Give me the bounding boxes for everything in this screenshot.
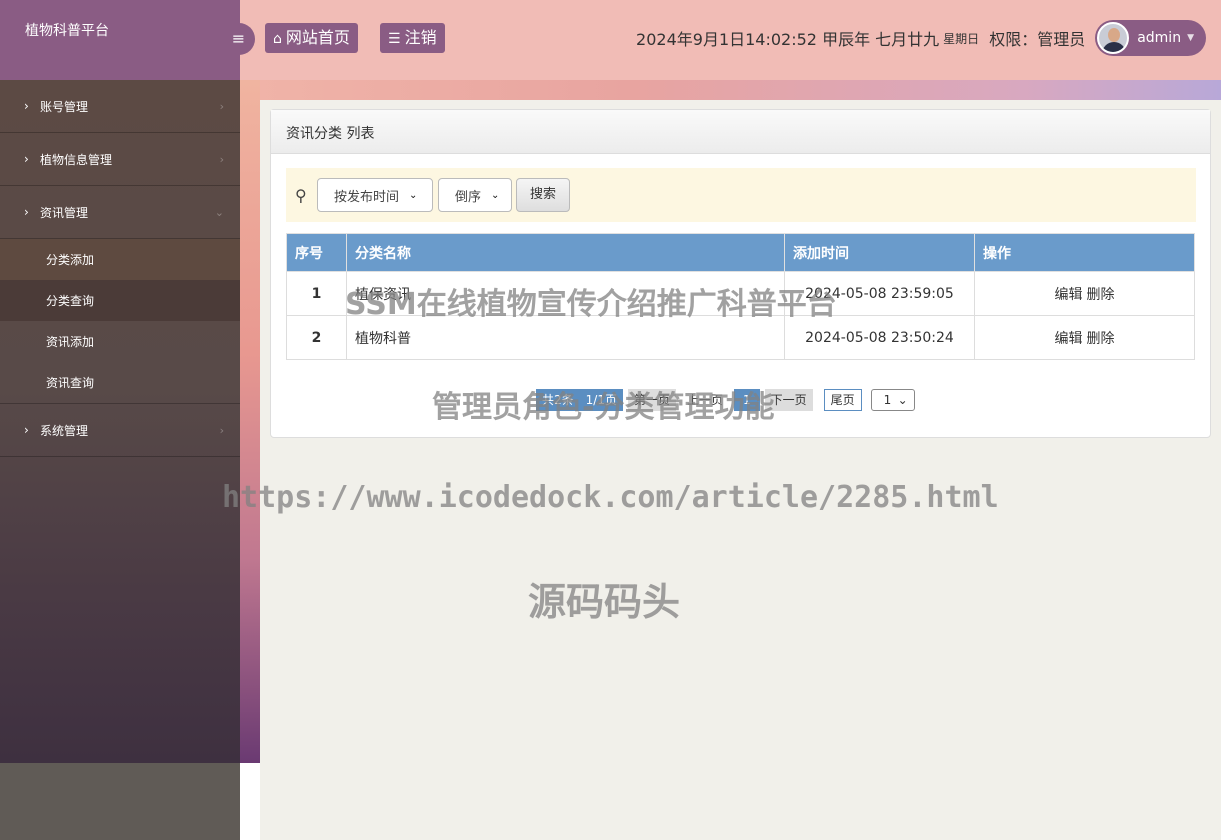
- search-button[interactable]: 搜索: [516, 178, 571, 212]
- sidebar-item-label: 账号管理: [40, 99, 89, 114]
- delete-link[interactable]: 删除: [1087, 287, 1115, 303]
- edit-link[interactable]: 编辑: [1055, 287, 1083, 303]
- table-row: 2 植物科普 2024-05-08 23:50:24 编辑 删除: [286, 315, 1195, 360]
- sidebar-item-system[interactable]: › 系统管理 ›: [0, 404, 240, 457]
- sidebar-subitem-label: 资讯查询: [46, 376, 95, 390]
- added-time: 2024-05-08 23:59:05: [784, 271, 975, 316]
- delete-link[interactable]: 删除: [1087, 331, 1115, 347]
- pager-pages: 1/1页: [579, 389, 623, 411]
- chevron-down-icon: ⌄: [491, 189, 500, 201]
- brand-title: 植物科普平台: [25, 23, 109, 39]
- category-table: 序号 分类名称 添加时间 操作 1 植保资讯 2024-05-08 23:59:…: [286, 233, 1195, 360]
- datetime: 2024年9月1日14:02:52 甲辰年 七月廿九: [636, 30, 940, 49]
- next-page-button[interactable]: 下一页: [764, 389, 813, 411]
- menu-toggle-button[interactable]: ≡: [222, 23, 255, 55]
- added-time: 2024-05-08 23:50:24: [784, 315, 975, 360]
- sort-order-select[interactable]: 倒序 ⌄: [438, 178, 512, 212]
- username: admin: [1137, 30, 1182, 46]
- sidebar-item-label: 植物信息管理: [40, 152, 113, 167]
- chevron-right-icon: ›: [219, 152, 224, 166]
- sidebar-subitem-category-query[interactable]: 分类查询: [0, 280, 240, 321]
- list-panel: 资讯分类 列表 ⚲ 按发布时间 ⌄ 倒序 ⌄ 搜索 序号 分类名称 添加时间 操…: [270, 109, 1211, 438]
- category-name: 植保资讯: [346, 271, 785, 316]
- list-icon: ☰: [388, 31, 401, 47]
- user-menu[interactable]: admin ▼: [1095, 20, 1206, 56]
- last-page-button[interactable]: 尾页: [823, 389, 862, 411]
- chevron-down-icon: ⌄: [214, 205, 224, 219]
- chevron-right-icon: ›: [24, 152, 29, 166]
- table-row: 1 植保资讯 2024-05-08 23:59:05 编辑 删除: [286, 271, 1195, 316]
- sort-field-value: 按发布时间: [334, 189, 400, 205]
- caret-down-icon: ▼: [1187, 33, 1194, 43]
- chevron-right-icon: ›: [24, 423, 29, 437]
- logout-label: 注销: [404, 28, 437, 47]
- sidebar-item-label: 系统管理: [40, 423, 89, 438]
- row-actions: 编辑 删除: [974, 315, 1195, 360]
- page-jump-select[interactable]: 1 ⌄: [870, 389, 915, 411]
- page-jump-value: 1: [883, 393, 892, 407]
- weekday: 星期日: [943, 31, 980, 46]
- row-number: 2: [286, 315, 347, 360]
- current-page[interactable]: 1: [734, 389, 760, 411]
- sidebar-item-label: 资讯管理: [40, 205, 89, 220]
- column-header[interactable]: 序号: [286, 233, 347, 272]
- sidebar-item-account[interactable]: › 账号管理 ›: [0, 80, 240, 133]
- permission-label: 权限：管理员: [989, 30, 1086, 49]
- chevron-right-icon: ›: [219, 99, 224, 113]
- top-header: 植物科普平台 ≡ ⌂ 网站首页 ☰ 注销 2024年9月1日14:02:52 甲辰年…: [0, 0, 1221, 80]
- column-header: 操作: [974, 233, 1195, 272]
- sidebar-item-news[interactable]: › 资讯管理 ⌄: [0, 186, 240, 239]
- column-header[interactable]: 分类名称: [346, 233, 785, 272]
- brand: 植物科普平台: [0, 0, 240, 80]
- prev-page-button[interactable]: 上一页: [681, 389, 729, 411]
- pagination: 共2条 1/1页 第一页 上一页 1 下一页 尾页 1 ⌄: [536, 389, 920, 411]
- sidebar-subitem-news-add[interactable]: 资讯添加: [0, 321, 240, 362]
- sidebar-bottom: [0, 763, 240, 840]
- sidebar-submenu-news: 分类添加 分类查询 资讯添加 资讯查询: [0, 239, 240, 404]
- sort-field-select[interactable]: 按发布时间 ⌄: [317, 178, 433, 212]
- sidebar-subitem-label: 分类查询: [46, 294, 95, 308]
- logout-button[interactable]: ☰ 注销: [380, 23, 445, 53]
- sidebar-subitem-label: 资讯添加: [46, 335, 95, 349]
- column-header[interactable]: 添加时间: [784, 233, 975, 272]
- chevron-right-icon: ›: [219, 423, 224, 437]
- sidebar-subitem-category-add[interactable]: 分类添加: [0, 239, 240, 280]
- header-right: 2024年9月1日14:02:52 甲辰年 七月廿九 星期日 权限：管理员 ad…: [636, 20, 1206, 56]
- edit-link[interactable]: 编辑: [1055, 331, 1083, 347]
- table-header-row: 序号 分类名称 添加时间 操作: [286, 233, 1195, 272]
- chevron-down-icon: ⌄: [409, 189, 418, 201]
- chevron-right-icon: ›: [24, 99, 29, 113]
- sort-order-value: 倒序: [455, 189, 482, 205]
- sidebar-subitem-news-query[interactable]: 资讯查询: [0, 362, 240, 403]
- first-page-button[interactable]: 第一页: [627, 389, 676, 411]
- chevron-right-icon: ›: [24, 205, 29, 219]
- search-icon: ⚲: [295, 185, 307, 205]
- sidebar-subitem-label: 分类添加: [46, 253, 95, 267]
- home-button[interactable]: ⌂ 网站首页: [265, 23, 358, 53]
- panel-title: 资讯分类 列表: [271, 110, 1210, 154]
- avatar: [1097, 22, 1130, 54]
- hamburger-icon: ≡: [231, 29, 246, 48]
- home-icon: ⌂: [273, 31, 282, 47]
- home-label: 网站首页: [285, 28, 350, 47]
- decorative-strip: [240, 80, 1221, 100]
- search-bar: ⚲ 按发布时间 ⌄ 倒序 ⌄ 搜索: [286, 168, 1196, 222]
- category-name: 植物科普: [346, 315, 785, 360]
- sidebar: › 账号管理 › › 植物信息管理 › › 资讯管理 ⌄ 分类添加 分类查询 资…: [0, 80, 240, 763]
- row-number: 1: [286, 271, 347, 316]
- chevron-down-icon: ⌄: [897, 393, 908, 407]
- pager-total: 共2条: [536, 389, 580, 411]
- row-actions: 编辑 删除: [974, 271, 1195, 316]
- decorative-edge: [240, 80, 260, 763]
- sidebar-item-plant-info[interactable]: › 植物信息管理 ›: [0, 133, 240, 186]
